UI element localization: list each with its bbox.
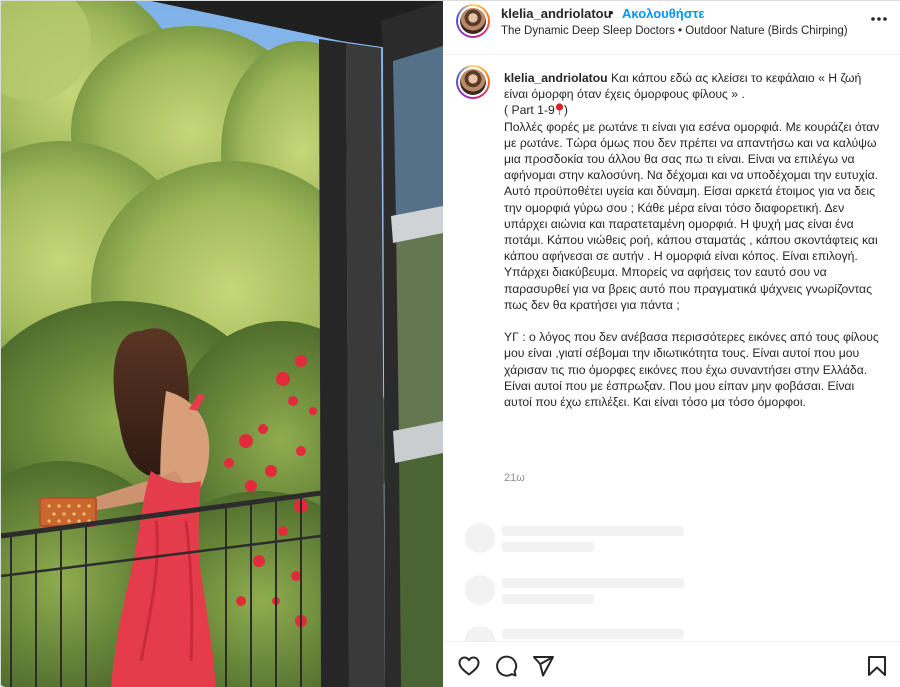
follow-button[interactable]: Ακολουθήστε — [622, 6, 705, 21]
post-actions-bar — [443, 641, 900, 687]
paper-plane-icon[interactable] — [531, 654, 555, 678]
audio-link[interactable]: The Dynamic Deep Sleep Doctors • Outdoor… — [501, 25, 848, 37]
separator-dot: • — [609, 5, 614, 20]
caption-part-end: ) — [563, 103, 568, 118]
caption-block: klelia_andriolatou Και κάπου εδώ ας κλεί… — [443, 56, 900, 496]
caption-ps: ΥΓ : ο λόγος που δεν ανέβασα περισσότερε… — [504, 330, 879, 410]
caption-avatar[interactable] — [456, 65, 490, 99]
post-timestamp[interactable]: 21ω — [504, 472, 525, 484]
post-dialog: klelia_andriolatou • Ακολουθήστε The Dyn… — [0, 0, 900, 687]
caption-part: ( Part 1-9 — [504, 103, 555, 118]
caption-username[interactable]: klelia_andriolatou — [504, 71, 608, 85]
caption-body: Πολλές φορές με ρωτάνε τι είναι για εσέν… — [504, 119, 880, 312]
post-media[interactable] — [1, 1, 443, 687]
post-header: klelia_andriolatou • Ακολουθήστε The Dyn… — [443, 1, 900, 55]
comment-icon[interactable] — [494, 654, 518, 678]
bookmark-icon[interactable] — [865, 654, 889, 678]
heart-icon[interactable] — [457, 654, 481, 678]
avatar[interactable] — [456, 4, 490, 38]
post-photo — [1, 1, 443, 687]
more-horizontal-icon[interactable] — [869, 11, 889, 27]
username-link[interactable]: klelia_andriolatou — [501, 6, 612, 21]
comment-skeleton — [443, 575, 900, 615]
caption-text: klelia_andriolatou Και κάπου εδώ ας κλεί… — [504, 70, 884, 410]
comment-skeleton — [443, 523, 900, 563]
post-details-panel: klelia_andriolatou • Ακολουθήστε The Dyn… — [443, 1, 900, 687]
round-pushpin-icon — [555, 103, 563, 116]
